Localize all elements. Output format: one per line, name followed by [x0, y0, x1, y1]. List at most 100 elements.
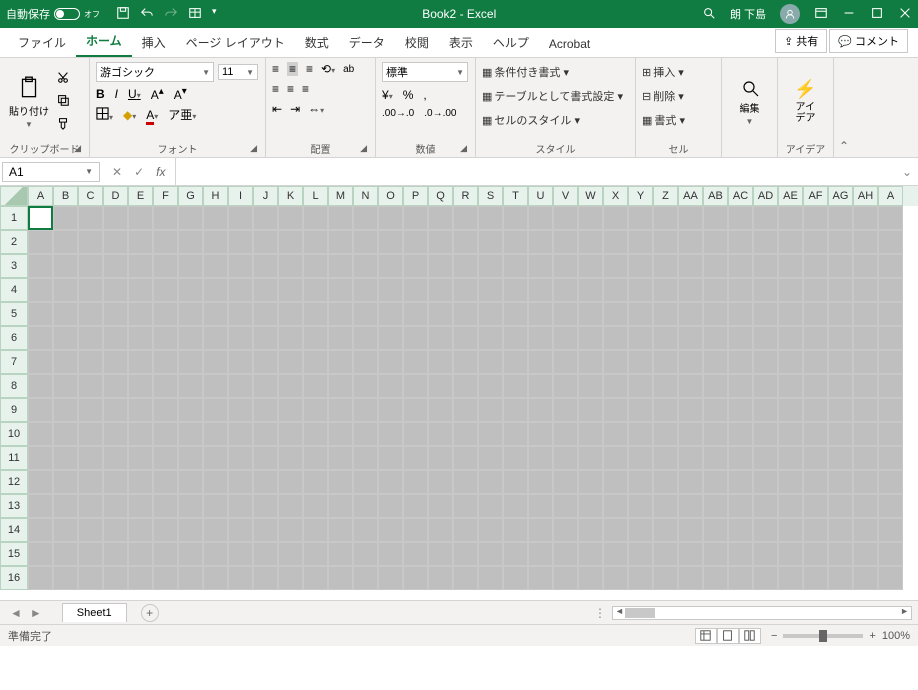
cell[interactable]	[703, 494, 728, 518]
launcher-icon[interactable]: ◢	[360, 143, 367, 154]
cell[interactable]	[203, 566, 228, 590]
cell[interactable]	[103, 374, 128, 398]
cell[interactable]	[153, 230, 178, 254]
column-header[interactable]: V	[553, 186, 578, 206]
cell[interactable]	[453, 542, 478, 566]
cell[interactable]	[128, 398, 153, 422]
cell[interactable]	[578, 494, 603, 518]
cell[interactable]	[453, 566, 478, 590]
cell[interactable]	[478, 374, 503, 398]
cell[interactable]	[878, 278, 903, 302]
align-right-icon[interactable]: ≡	[302, 82, 309, 96]
cell[interactable]	[778, 494, 803, 518]
cell[interactable]	[203, 278, 228, 302]
cell[interactable]	[878, 326, 903, 350]
cell[interactable]	[228, 350, 253, 374]
cell[interactable]	[603, 254, 628, 278]
cell[interactable]	[578, 302, 603, 326]
cell[interactable]	[878, 542, 903, 566]
cell[interactable]	[753, 566, 778, 590]
column-header[interactable]: T	[503, 186, 528, 206]
cell[interactable]	[128, 206, 153, 230]
cell[interactable]	[478, 302, 503, 326]
cell[interactable]	[53, 374, 78, 398]
cell[interactable]	[178, 446, 203, 470]
column-header[interactable]: U	[528, 186, 553, 206]
cell[interactable]	[803, 446, 828, 470]
cell[interactable]	[528, 374, 553, 398]
cell[interactable]	[628, 374, 653, 398]
cell[interactable]	[653, 230, 678, 254]
cell[interactable]	[328, 446, 353, 470]
cell[interactable]	[528, 446, 553, 470]
cell[interactable]	[228, 326, 253, 350]
cell[interactable]	[678, 302, 703, 326]
cell[interactable]	[778, 206, 803, 230]
cell[interactable]	[653, 494, 678, 518]
row-header[interactable]: 5	[0, 302, 28, 326]
cell[interactable]	[553, 422, 578, 446]
cell[interactable]	[603, 326, 628, 350]
column-header[interactable]: N	[353, 186, 378, 206]
formula-input[interactable]	[175, 158, 895, 185]
cell[interactable]	[728, 230, 753, 254]
cell[interactable]	[678, 566, 703, 590]
cell[interactable]	[28, 278, 53, 302]
cell[interactable]	[403, 302, 428, 326]
cell[interactable]	[228, 566, 253, 590]
cell[interactable]	[428, 278, 453, 302]
cell[interactable]	[653, 278, 678, 302]
cell[interactable]	[278, 326, 303, 350]
column-header[interactable]: H	[203, 186, 228, 206]
cell[interactable]	[303, 326, 328, 350]
cell[interactable]	[853, 254, 878, 278]
cell[interactable]	[53, 206, 78, 230]
tab-pagelayout[interactable]: ページ レイアウト	[176, 28, 295, 57]
cell[interactable]	[28, 326, 53, 350]
cell[interactable]	[553, 278, 578, 302]
cell[interactable]	[328, 326, 353, 350]
cell[interactable]	[653, 446, 678, 470]
launcher-icon[interactable]: ◢	[74, 143, 81, 154]
tab-review[interactable]: 校閲	[395, 28, 439, 57]
cell[interactable]	[628, 446, 653, 470]
cell[interactable]	[828, 278, 853, 302]
wrap-text-button[interactable]: ab	[343, 64, 354, 75]
cell[interactable]	[603, 350, 628, 374]
cell[interactable]	[878, 494, 903, 518]
cell[interactable]	[78, 206, 103, 230]
cell[interactable]	[628, 278, 653, 302]
cell[interactable]	[778, 374, 803, 398]
user-avatar-icon[interactable]	[780, 4, 800, 24]
column-header[interactable]: AA	[678, 186, 703, 206]
cell[interactable]	[478, 518, 503, 542]
cell[interactable]	[428, 206, 453, 230]
cell[interactable]	[378, 230, 403, 254]
cell[interactable]	[803, 398, 828, 422]
cell[interactable]	[703, 230, 728, 254]
cell[interactable]	[828, 470, 853, 494]
cell[interactable]	[228, 398, 253, 422]
cell[interactable]	[728, 374, 753, 398]
cell[interactable]	[878, 350, 903, 374]
cell[interactable]	[403, 446, 428, 470]
cell[interactable]	[778, 230, 803, 254]
cell[interactable]	[578, 566, 603, 590]
increase-font-icon[interactable]: A▴	[151, 86, 164, 102]
row-header[interactable]: 8	[0, 374, 28, 398]
cell[interactable]	[578, 518, 603, 542]
cell[interactable]	[578, 326, 603, 350]
cell[interactable]	[803, 206, 828, 230]
cell[interactable]	[328, 422, 353, 446]
cell[interactable]	[778, 326, 803, 350]
cell[interactable]	[178, 230, 203, 254]
cell[interactable]	[478, 254, 503, 278]
cell[interactable]	[53, 278, 78, 302]
cell[interactable]	[803, 326, 828, 350]
cell[interactable]	[78, 374, 103, 398]
cell[interactable]	[653, 374, 678, 398]
cell[interactable]	[528, 278, 553, 302]
cell[interactable]	[178, 398, 203, 422]
cell[interactable]	[278, 542, 303, 566]
cell[interactable]	[78, 422, 103, 446]
